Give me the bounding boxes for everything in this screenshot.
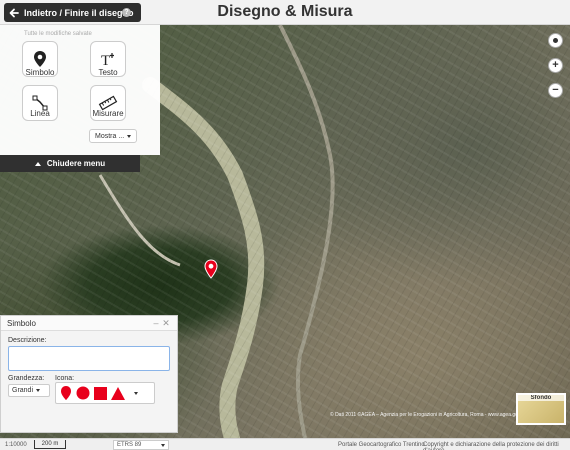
basemap-switcher[interactable]: Sfondo: [516, 393, 566, 425]
triangle-shape-icon[interactable]: [111, 386, 125, 400]
symbol-dialog: Simbolo – ✕ Descrizione: Grandezza: Gran…: [0, 315, 178, 433]
portal-link[interactable]: Portale Geocartografico Trentino: [338, 442, 425, 448]
caret-up-icon: [34, 161, 41, 166]
map-pin-icon: [34, 51, 46, 67]
chevron-down-icon: [161, 443, 165, 447]
bottom-bar: 1:10000 200 m ETRS 89 Portale Geocartogr…: [0, 438, 570, 450]
dialog-header: Simbolo – ✕: [1, 316, 177, 331]
help-icon[interactable]: ?: [122, 8, 131, 17]
description-label: Descrizione:: [8, 337, 47, 344]
tool-linea-label: Linea: [30, 109, 50, 118]
plus-icon: +: [552, 59, 559, 71]
arrow-left-icon: [9, 8, 19, 17]
back-button-label: Indietro / Finire il disegno: [24, 7, 134, 18]
zoom-in-button[interactable]: +: [548, 58, 563, 73]
circle-shape-icon[interactable]: [76, 386, 90, 400]
locate-icon: [553, 38, 558, 43]
close-menu-label: Chiudere menu: [46, 159, 106, 168]
projection-select[interactable]: ETRS 89: [113, 440, 169, 450]
svg-text:T: T: [101, 53, 110, 68]
chevron-down-icon: [36, 389, 41, 392]
locate-button[interactable]: [548, 33, 563, 48]
minimize-icon[interactable]: –: [151, 318, 161, 328]
tool-simbolo-label: Simbolo: [25, 68, 55, 77]
basemap-label: Sfondo: [518, 395, 564, 401]
text-cursor-icon: T: [101, 53, 114, 68]
description-input[interactable]: [8, 346, 170, 371]
show-more-label: Mostra ...: [95, 132, 125, 140]
dialog-title: Simbolo: [7, 318, 36, 328]
save-status-note: Tutte le modifiche salvate: [24, 31, 92, 37]
pin-shape-icon[interactable]: [60, 385, 72, 401]
top-bar: Indietro / Finire il disegno ? Disegno &…: [0, 0, 570, 25]
close-icon[interactable]: ✕: [161, 318, 171, 329]
zoom-out-button[interactable]: −: [548, 83, 563, 98]
back-finish-drawing-button[interactable]: Indietro / Finire il disegno: [4, 3, 141, 22]
square-shape-icon[interactable]: [94, 386, 107, 400]
scale-ratio: 1:10000: [5, 442, 27, 448]
chevron-down-icon[interactable]: [134, 391, 138, 395]
size-select-value: Grandi: [12, 387, 34, 394]
projection-value: ETRS 89: [117, 442, 142, 448]
copyright-link[interactable]: Copyright e dichiarazione della protezio…: [423, 442, 570, 450]
tools-panel: Tutte le modifiche salvate Simbolo T Tes…: [0, 25, 160, 155]
icon-label: Icona:: [55, 375, 75, 382]
show-more-dropdown[interactable]: Mostra ...: [89, 129, 138, 143]
size-label: Grandezza:: [8, 375, 45, 382]
map-marker[interactable]: [204, 259, 218, 279]
tool-misurare-label: Misurare: [92, 109, 124, 118]
close-menu-button[interactable]: Chiudere menu: [0, 155, 140, 172]
size-select[interactable]: Grandi: [8, 384, 50, 397]
scale-bar: 200 m: [34, 440, 66, 449]
minus-icon: −: [552, 84, 559, 96]
chevron-down-icon: [127, 134, 132, 138]
icon-picker[interactable]: [55, 382, 155, 404]
tool-testo-label: Testo: [98, 68, 118, 77]
